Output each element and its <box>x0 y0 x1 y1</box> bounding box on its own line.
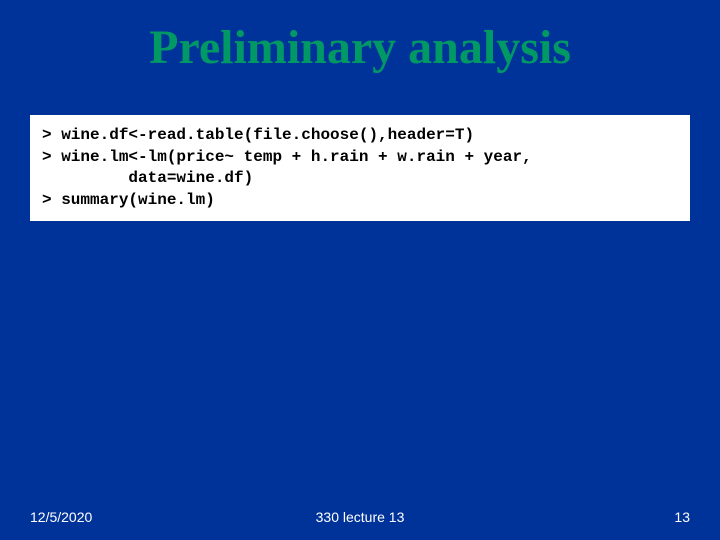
footer: 12/5/2020 330 lecture 13 13 <box>0 509 720 525</box>
footer-center: 330 lecture 13 <box>316 509 405 525</box>
footer-date: 12/5/2020 <box>30 509 92 525</box>
slide-title: Preliminary analysis <box>0 0 720 75</box>
footer-page-number: 13 <box>674 509 690 525</box>
code-block: > wine.df<-read.table(file.choose(),head… <box>30 115 690 221</box>
